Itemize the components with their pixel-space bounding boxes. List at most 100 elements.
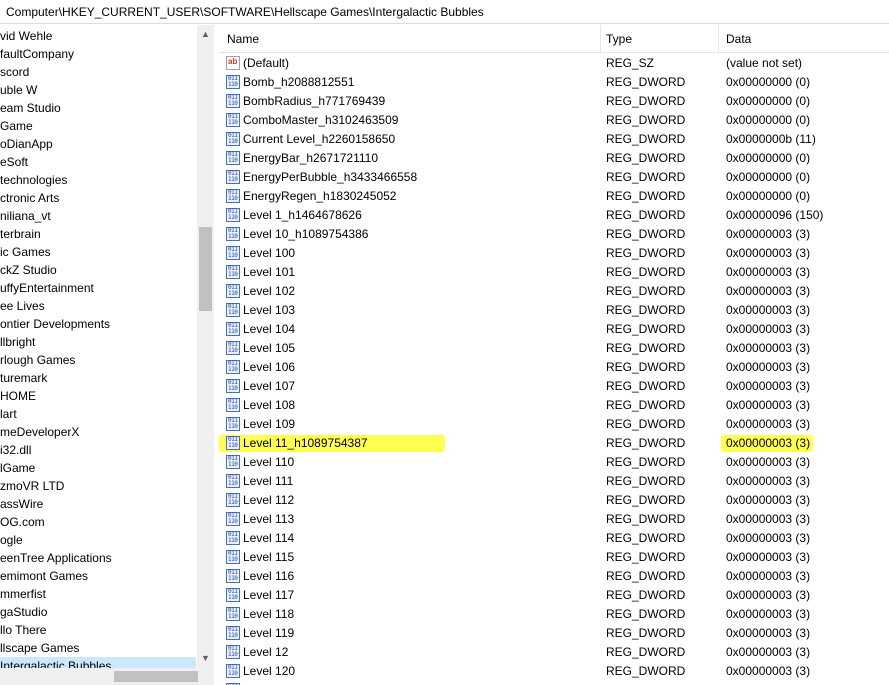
table-row[interactable]: Level 121 REG_DWORD 0x00000003 (3) — [219, 681, 889, 685]
column-header-name[interactable]: Name — [227, 32, 259, 46]
tree-item[interactable]: uble W — [0, 81, 196, 99]
table-row[interactable]: Level 110 REG_DWORD 0x00000003 (3) — [219, 453, 889, 472]
table-row[interactable]: Level 105 REG_DWORD 0x00000003 (3) — [219, 339, 889, 358]
tree-item[interactable]: lart — [0, 405, 196, 423]
address-bar[interactable]: Computer\HKEY_CURRENT_USER\SOFTWARE\Hell… — [0, 0, 889, 24]
value-name: EnergyPerBubble_h3433466558 — [243, 170, 418, 184]
table-row[interactable]: Level 109 REG_DWORD 0x00000003 (3) — [219, 415, 889, 434]
table-row[interactable]: Level 120 REG_DWORD 0x00000003 (3) — [219, 662, 889, 681]
tree-item[interactable]: ctronic Arts — [0, 189, 196, 207]
table-row[interactable]: Level 11_h1089754387 REG_DWORD 0x00000003 … — [219, 434, 889, 453]
table-row[interactable]: Level 101 REG_DWORD 0x00000003 (3) — [219, 263, 889, 282]
tree-item[interactable]: zmoVR LTD — [0, 477, 196, 495]
value-name: Level 116 — [243, 569, 295, 583]
table-row[interactable]: Level 106 REG_DWORD 0x00000003 (3) — [219, 358, 889, 377]
tree-item[interactable]: technologies — [0, 171, 196, 189]
value-name: Level 1_h1464678626 — [243, 208, 362, 222]
table-row[interactable]: Level 118 REG_DWORD 0x00000003 (3) — [219, 605, 889, 624]
tree-item[interactable]: ontier Developments — [0, 315, 196, 333]
table-row[interactable]: Current Level_h2260158650 REG_DWORD 0x0000… — [219, 130, 889, 149]
table-row[interactable]: Level 108 REG_DWORD 0x00000003 (3) — [219, 396, 889, 415]
table-row[interactable]: Level 104 REG_DWORD 0x00000003 (3) — [219, 320, 889, 339]
table-row[interactable]: Level 115 REG_DWORD 0x00000003 (3) — [219, 548, 889, 567]
table-row[interactable]: BombRadius_h771769439 REG_DWORD 0x00000000… — [219, 92, 889, 111]
value-type: REG_DWORD — [606, 208, 686, 222]
tree-horizontal-scrollbar[interactable] — [0, 668, 214, 685]
scrollbar-thumb-horizontal[interactable] — [114, 671, 198, 682]
tree-item[interactable]: llscape Games — [0, 639, 196, 657]
table-row[interactable]: Level 103 REG_DWORD 0x00000003 (3) — [219, 301, 889, 320]
value-name: Bomb_h2088812551 — [243, 75, 355, 89]
table-row[interactable]: EnergyRegen_h1830245052 REG_DWORD 0x000000… — [219, 187, 889, 206]
tree-item[interactable]: turemark — [0, 369, 196, 387]
table-row[interactable]: EnergyBar_h2671721110 REG_DWORD 0x00000000… — [219, 149, 889, 168]
tree-item[interactable]: ic Games — [0, 243, 196, 261]
tree-item[interactable]: i32.dll — [0, 441, 196, 459]
column-divider[interactable] — [718, 25, 719, 52]
tree-item[interactable]: oDianApp — [0, 135, 196, 153]
value-type: REG_DWORD — [606, 75, 686, 89]
tree-item[interactable]: ckZ Studio — [0, 261, 196, 279]
table-row[interactable]: Level 113 REG_DWORD 0x00000003 (3) — [219, 510, 889, 529]
table-row[interactable]: Level 117 REG_DWORD 0x00000003 (3) — [219, 586, 889, 605]
column-divider[interactable] — [600, 25, 601, 52]
tree-item[interactable]: terbrain — [0, 225, 196, 243]
tree-item[interactable]: ogle — [0, 531, 196, 549]
tree-item[interactable]: gaStudio — [0, 603, 196, 621]
tree-item[interactable]: faultCompany — [0, 45, 196, 63]
tree-item[interactable]: assWire — [0, 495, 196, 513]
table-row[interactable]: Level 1_h1464678626 REG_DWORD 0x00000096 (… — [219, 206, 889, 225]
table-row[interactable]: Level 111 REG_DWORD 0x00000003 (3) — [219, 472, 889, 491]
table-row[interactable]: Level 100 REG_DWORD 0x00000003 (3) — [219, 244, 889, 263]
value-data: 0x00000000 (0) — [726, 189, 811, 203]
value-name: EnergyRegen_h1830245052 — [243, 189, 397, 203]
value-data: 0x00000003 (3) — [726, 417, 811, 431]
tree-item[interactable]: mmerfist — [0, 585, 196, 603]
value-name: Level 105 — [243, 341, 296, 355]
tree-item[interactable]: eSoft — [0, 153, 196, 171]
tree-item[interactable]: llo There — [0, 621, 196, 639]
registry-key-tree[interactable]: vid Wehle faultCompany scord uble Weam Stud… — [0, 25, 214, 685]
scrollbar-thumb[interactable] — [199, 227, 212, 311]
tree-item[interactable]: ee Lives — [0, 297, 196, 315]
registry-values-list[interactable]: Name Type Data (Default) REG_SZ (value not… — [219, 25, 889, 685]
table-row[interactable]: Level 107 REG_DWORD 0x00000003 (3) — [219, 377, 889, 396]
table-row[interactable]: Level 10_h1089754386 REG_DWORD 0x00000003 … — [219, 225, 889, 244]
value-data: 0x00000003 (3) — [726, 512, 811, 526]
address-path[interactable]: Computer\HKEY_CURRENT_USER\SOFTWARE\Hell… — [6, 5, 484, 19]
tree-item[interactable]: lGame — [0, 459, 196, 477]
table-row[interactable]: Level 116 REG_DWORD 0x00000003 (3) — [219, 567, 889, 586]
table-row[interactable]: ComboMaster_h3102463509 REG_DWORD 0x000000… — [219, 111, 889, 130]
table-row[interactable]: (Default) REG_SZ (value not set) — [219, 54, 889, 73]
value-type: REG_DWORD — [606, 417, 686, 431]
value-data: 0x00000003 (3) — [726, 322, 811, 336]
tree-item[interactable]: uffyEntertainment — [0, 279, 196, 297]
tree-item[interactable]: Game — [0, 117, 196, 135]
tree-item[interactable]: meDeveloperX — [0, 423, 196, 441]
table-row[interactable]: EnergyPerBubble_h3433466558 REG_DWORD 0x00… — [219, 168, 889, 187]
table-row[interactable]: Level 112 REG_DWORD 0x00000003 (3) — [219, 491, 889, 510]
tree-item[interactable]: eam Studio — [0, 99, 196, 117]
tree-item[interactable]: HOME — [0, 387, 196, 405]
column-header-data[interactable]: Data — [726, 32, 751, 46]
table-row[interactable]: Bomb_h2088812551 REG_DWORD 0x00000000 (0) — [219, 73, 889, 92]
scroll-up-icon[interactable]: ▲ — [200, 29, 211, 40]
column-header-type[interactable]: Type — [606, 32, 632, 46]
scroll-down-icon[interactable]: ▼ — [200, 653, 211, 664]
value-name: Level 107 — [243, 379, 296, 393]
table-row[interactable]: Level 114 REG_DWORD 0x00000003 (3) — [219, 529, 889, 548]
tree-vertical-scrollbar[interactable]: ▲ ▼ — [197, 25, 214, 668]
value-type: REG_DWORD — [606, 170, 686, 184]
table-row[interactable]: Level 102 REG_DWORD 0x00000003 (3) — [219, 282, 889, 301]
table-row[interactable]: Level 12 REG_DWORD 0x00000003 (3) — [219, 643, 889, 662]
tree-item[interactable]: rlough Games — [0, 351, 196, 369]
tree-item[interactable]: emimont Games — [0, 567, 196, 585]
tree-item[interactable]: niliana_vt — [0, 207, 196, 225]
tree-item[interactable]: scord — [0, 63, 196, 81]
value-data: (value not set) — [726, 56, 803, 70]
tree-item[interactable]: eenTree Applications — [0, 549, 196, 567]
table-row[interactable]: Level 119 REG_DWORD 0x00000003 (3) — [219, 624, 889, 643]
tree-item[interactable]: llbright — [0, 333, 196, 351]
tree-item[interactable]: OG.com — [0, 513, 196, 531]
tree-item[interactable]: vid Wehle — [0, 27, 196, 45]
